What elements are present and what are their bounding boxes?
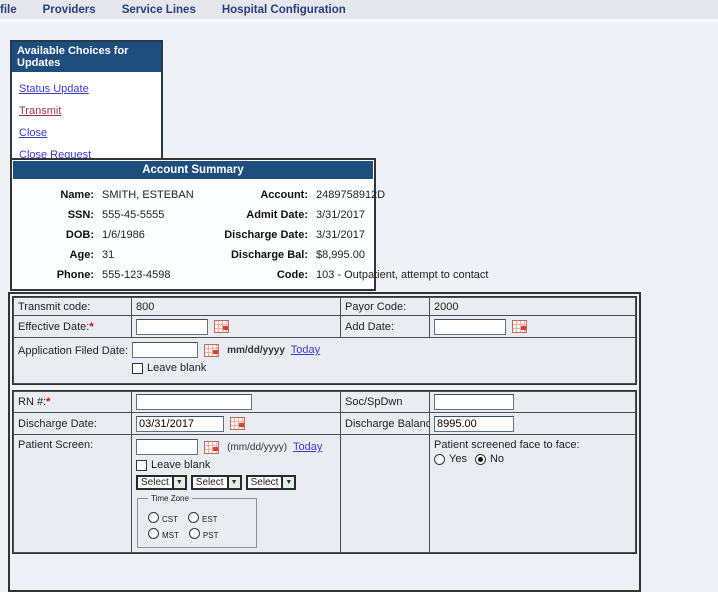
link-status-update[interactable]: Status Update (19, 83, 154, 95)
form-table-bottom: RN #:* Soc/SpDwn Discharge Date: Dischar… (13, 391, 636, 553)
status-update-form: Transmit code: 800 Payor Code: 2000 Effe… (8, 292, 641, 592)
menu-item-providers[interactable]: Providers (30, 4, 109, 16)
link-transmit[interactable]: Transmit (19, 105, 154, 117)
rn-number-required: * (46, 396, 50, 408)
discharge-balance-label: Discharge Balance: (345, 418, 430, 430)
menu-item-service-lines[interactable]: Service Lines (109, 4, 209, 16)
ssn-label: SSN: (14, 209, 102, 221)
patient-screen-today-link[interactable]: Today (293, 441, 322, 453)
patient-screen-label: Patient Screen: (18, 439, 93, 451)
discharge-date-input[interactable] (136, 416, 224, 432)
age-label: Age: (14, 249, 102, 261)
soc-spdwn-label: Soc/SpDwn (345, 396, 402, 408)
application-filed-date-input[interactable] (132, 342, 198, 358)
time-zone-est-label: EST (202, 515, 218, 524)
admit-date-label: Admit Date: (214, 209, 316, 221)
account-summary-grid: Name: SMITH, ESTEBAN Account: 2489758912… (12, 180, 374, 289)
rn-number-input[interactable] (136, 394, 252, 410)
available-choices-title: Available Choices for Updates (12, 42, 161, 72)
patient-screen-format-hint: (mm/dd/yyyy) (227, 442, 287, 453)
time-zone-pst-label: PST (203, 531, 219, 540)
discharge-date-field-label: Discharge Date: (18, 418, 97, 430)
application-filed-date-calendar-icon[interactable] (204, 344, 219, 357)
time-zone-mst-radio[interactable] (148, 528, 159, 539)
payor-code-value: 2000 (434, 301, 458, 313)
select-3-value: Select (248, 477, 282, 488)
select-2-dropdown-icon: ▼ (227, 477, 240, 488)
account-summary-title: Account Summary (13, 161, 373, 179)
discharge-date-value: 3/31/2017 (316, 229, 488, 241)
application-filed-date-today-link[interactable]: Today (291, 344, 320, 356)
patient-screen-leave-blank-checkbox[interactable] (136, 460, 147, 471)
effective-date-required: * (89, 321, 93, 333)
account-summary-panel: Account Summary Name: SMITH, ESTEBAN Acc… (10, 158, 376, 291)
add-date-label: Add Date: (345, 321, 394, 333)
select-1-value: Select (138, 477, 172, 488)
time-zone-cst-radio[interactable] (148, 512, 159, 523)
link-close[interactable]: Close (19, 127, 154, 139)
transmit-code-value: 800 (136, 301, 154, 313)
patient-screen-leave-blank-label: Leave blank (151, 459, 210, 471)
time-zone-cst-label: CST (162, 515, 178, 524)
code-label: Code: (214, 269, 316, 281)
face-to-face-yes-label: Yes (449, 453, 467, 465)
form-table-top: Transmit code: 800 Payor Code: 2000 Effe… (13, 297, 636, 384)
discharge-date-label: Discharge Date: (214, 229, 316, 241)
patient-screen-calendar-icon[interactable] (204, 441, 219, 454)
discharge-bal-label: Discharge Bal: (214, 249, 316, 261)
code-value: 103 - Outpatient, attempt to contact (316, 269, 488, 281)
menu-item-file[interactable]: file (0, 4, 30, 16)
effective-date-input[interactable] (136, 319, 208, 335)
face-to-face-label: Patient screened face to face: (434, 439, 580, 451)
effective-date-label: Effective Date: (18, 321, 89, 333)
time-zone-mst-label: MST (162, 531, 179, 540)
phone-value: 555-123-4598 (102, 269, 214, 281)
effective-date-calendar-icon[interactable] (214, 320, 229, 333)
patient-screen-select-3[interactable]: Select▼ (246, 475, 297, 490)
time-zone-est-radio[interactable] (188, 512, 199, 523)
dob-label: DOB: (14, 229, 102, 241)
select-3-dropdown-icon: ▼ (281, 477, 294, 488)
discharge-balance-input[interactable] (434, 416, 514, 432)
payor-code-label: Payor Code: (345, 301, 406, 313)
empty-cell (341, 435, 430, 553)
admit-date-value: 3/31/2017 (316, 209, 488, 221)
name-value: SMITH, ESTEBAN (102, 189, 214, 201)
face-to-face-no-label: No (490, 453, 504, 465)
application-filed-date-label: Application Filed Date: (18, 342, 132, 357)
select-1-dropdown-icon: ▼ (172, 477, 185, 488)
age-value: 31 (102, 249, 214, 261)
transmit-code-label: Transmit code: (18, 301, 90, 313)
discharge-date-calendar-icon[interactable] (230, 417, 245, 430)
face-to-face-yes-radio[interactable] (434, 454, 445, 465)
patient-screen-select-1[interactable]: Select▼ (136, 475, 187, 490)
time-zone-legend: Time Zone (148, 494, 192, 503)
application-filed-leave-blank-label: Leave blank (147, 362, 206, 374)
application-filed-leave-blank-checkbox[interactable] (132, 363, 143, 374)
ssn-value: 555-45-5555 (102, 209, 214, 221)
application-filed-date-format-hint: mm/dd/yyyy (227, 345, 285, 356)
menu-bar: file Providers Service Lines Hospital Co… (0, 0, 718, 22)
patient-screen-select-2[interactable]: Select▼ (191, 475, 242, 490)
add-date-input[interactable] (434, 319, 506, 335)
patient-screen-input[interactable] (136, 439, 198, 455)
phone-label: Phone: (14, 269, 102, 281)
discharge-bal-value: $8,995.00 (316, 249, 488, 261)
name-label: Name: (14, 189, 102, 201)
soc-spdwn-input[interactable] (434, 394, 514, 410)
add-date-calendar-icon[interactable] (512, 320, 527, 333)
time-zone-pst-radio[interactable] (189, 528, 200, 539)
face-to-face-no-radio[interactable] (475, 454, 486, 465)
account-value: 2489758912D (316, 189, 488, 201)
menu-item-hospital-configuration[interactable]: Hospital Configuration (209, 4, 359, 16)
select-2-value: Select (193, 477, 227, 488)
account-label: Account: (214, 189, 316, 201)
rn-number-label: RN #: (18, 396, 46, 408)
dob-value: 1/6/1986 (102, 229, 214, 241)
